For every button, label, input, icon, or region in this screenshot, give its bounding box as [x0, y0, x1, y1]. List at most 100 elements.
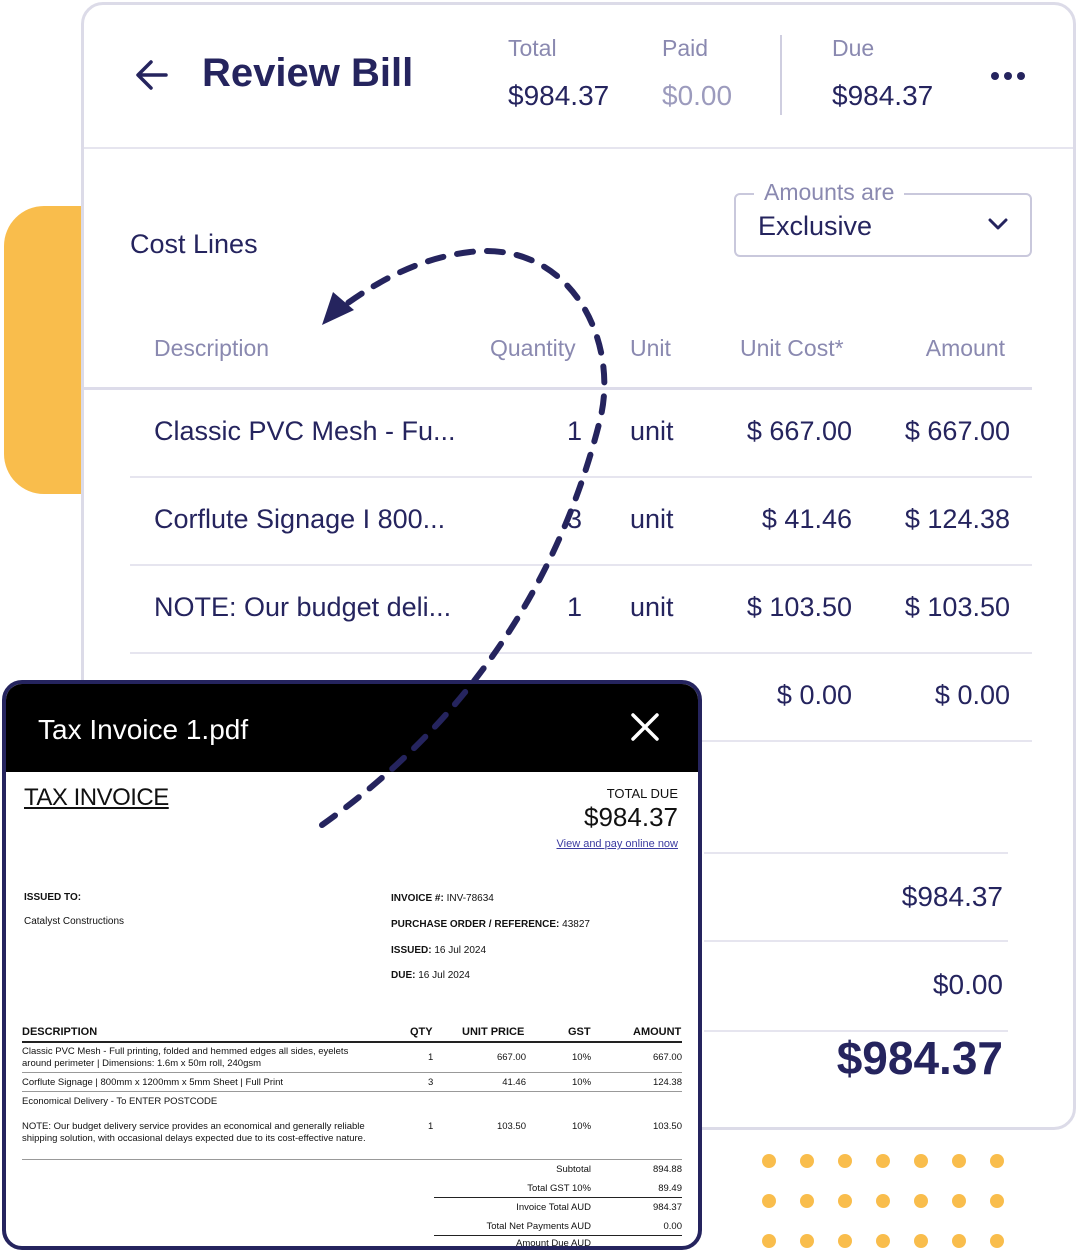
totals-divider	[704, 852, 1008, 854]
invoice-line-description: NOTE: Our budget delivery service provid…	[22, 1121, 366, 1144]
amount-due-value: $984.37	[836, 1032, 1003, 1084]
issued-to-value: Catalyst Constructions	[24, 916, 125, 927]
row-unit: unit	[630, 592, 674, 622]
row-amount: $ 124.38	[904, 504, 1010, 534]
summary-value: 89.49	[658, 1183, 682, 1194]
row-unit-cost: $ 103.50	[746, 592, 852, 622]
col-amount: Amount	[925, 335, 1005, 361]
col-unit-cost: Unit Cost*	[740, 335, 844, 361]
row-description: Corflute Signage I 800...	[154, 504, 446, 534]
summary-divider	[780, 35, 782, 115]
summary-label: Amount Due AUD	[516, 1238, 591, 1249]
invoice-line-qty: 1	[428, 1121, 434, 1132]
chevron-down-icon	[988, 218, 1008, 230]
summary-label: Invoice Total AUD	[516, 1202, 591, 1213]
summary-total: Total $984.37	[508, 35, 609, 112]
pdf-preview-window: Tax Invoice 1.pdf TAX INVOICE TOTAL DUE …	[2, 680, 702, 1250]
due-value: $984.37	[832, 80, 934, 111]
invoice-line-description: Economical Delivery - To ENTER POSTCODE	[22, 1096, 218, 1107]
invoice-line-qty: 1	[428, 1052, 434, 1063]
paid-label: Paid	[662, 35, 709, 61]
invoice-line-gst: 10%	[572, 1121, 592, 1132]
invoice-total-due-label: TOTAL DUE	[606, 786, 678, 801]
cost-lines-title: Cost Lines	[130, 229, 258, 259]
invoice-line-gst: 10%	[572, 1052, 592, 1063]
pdf-title-bar: Tax Invoice 1.pdf	[6, 684, 698, 772]
summary-rule	[434, 1197, 682, 1198]
table-row[interactable]: Classic PVC Mesh - Fu... 1 unit $ 667.00…	[130, 390, 1032, 478]
invoice-col-amount: AMOUNT	[633, 1026, 682, 1038]
arrow-left-icon[interactable]	[134, 57, 170, 93]
due-date: DUE: 16 Jul 2024	[391, 970, 470, 981]
summary-paid: Paid $0.00	[662, 35, 732, 112]
row-unit: unit	[630, 416, 674, 446]
due-label: Due	[832, 35, 875, 61]
invoice-line-amount: 667.00	[652, 1052, 682, 1063]
invoice-line-unit-price: 41.46	[502, 1077, 526, 1088]
summary-label: Subtotal	[556, 1164, 591, 1175]
purchase-order: PURCHASE ORDER / REFERENCE: 43827	[391, 919, 590, 930]
invoice-line-description: Corflute Signage | 800mm x 1200mm x 5mm …	[22, 1077, 284, 1088]
invoice-line-gst: 10%	[572, 1077, 592, 1088]
row-amount: $ 103.50	[904, 592, 1010, 622]
amounts-select[interactable]: Amounts are Exclusive	[734, 179, 1032, 257]
row-description: Classic PVC Mesh - Fu...	[154, 416, 456, 446]
invoice-line-unit-price: 667.00	[496, 1052, 526, 1063]
purchase-order-value: 43827	[562, 919, 590, 930]
invoice-line-amount: 103.50	[652, 1121, 682, 1132]
invoice-line-amount: 124.38	[652, 1077, 682, 1088]
summary-value: 0.00	[663, 1221, 683, 1232]
invoice-number-value: INV-78634	[446, 893, 494, 904]
invoice-row-rule	[22, 1159, 682, 1160]
more-horizontal-icon[interactable]	[990, 69, 1026, 83]
invoice-header-rule	[22, 1041, 682, 1043]
row-amount: $ 0.00	[934, 680, 1010, 710]
invoice-line-description: Classic PVC Mesh - Full printing, folded…	[22, 1046, 349, 1069]
due-date-value: 16 Jul 2024	[418, 970, 470, 981]
invoice-row-rule	[22, 1091, 682, 1092]
invoice-col-description: DESCRIPTION	[22, 1026, 98, 1038]
bill-header: Review Bill Total $984.37 Paid $0.00 Due…	[84, 5, 1073, 149]
row-unit: unit	[630, 504, 674, 534]
issued-date-value: 16 Jul 2024	[434, 945, 487, 956]
summary-label: Total Net Payments AUD	[486, 1221, 591, 1232]
invoice-document: TAX INVOICE TOTAL DUE $984.37 View and p…	[6, 772, 698, 1249]
total-value: $984.37	[508, 80, 610, 111]
invoice-col-gst: GST	[568, 1026, 591, 1038]
total-label: Total	[508, 35, 557, 61]
pdf-filename: Tax Invoice 1.pdf	[38, 714, 249, 745]
summary-label: Total GST 10%	[527, 1183, 591, 1194]
row-quantity: 1	[567, 592, 583, 622]
invoice-number: INVOICE #: INV-78634	[391, 893, 494, 904]
purchase-order-label: PURCHASE ORDER / REFERENCE:	[391, 919, 560, 930]
invoice-heading: TAX INVOICE	[24, 784, 169, 811]
summary-rule	[434, 1235, 682, 1236]
paid-total-value: $0.00	[932, 969, 1003, 1000]
row-unit-cost: $ 41.46	[761, 504, 852, 534]
invoice-number-label: INVOICE #:	[391, 893, 444, 904]
issued-date: ISSUED: 16 Jul 2024	[391, 945, 486, 956]
invoice-line-qty: 3	[428, 1077, 434, 1088]
row-quantity: 3	[567, 504, 583, 534]
totals-divider	[704, 940, 1008, 942]
issued-to-label: ISSUED TO:	[24, 892, 82, 903]
col-quantity: Quantity	[490, 335, 576, 361]
issued-date-label: ISSUED:	[391, 945, 432, 956]
table-row[interactable]: Corflute Signage I 800... 3 unit $ 41.46…	[130, 478, 1032, 566]
col-description: Description	[154, 335, 270, 361]
row-amount: $ 667.00	[904, 416, 1010, 446]
row-description: NOTE: Our budget deli...	[154, 592, 452, 622]
subtotal-value: $984.37	[901, 881, 1003, 912]
invoice-line-unit-price: 103.50	[496, 1121, 526, 1132]
invoice-row-rule	[22, 1072, 682, 1073]
summary-due: Due $984.37	[832, 35, 933, 112]
invoice-col-unit-price: UNIT PRICE	[462, 1026, 525, 1038]
amounts-value: Exclusive	[758, 211, 873, 241]
summary-value: 984.37	[652, 1202, 682, 1213]
paid-value: $0.00	[662, 80, 733, 111]
close-icon[interactable]	[630, 712, 660, 742]
row-unit-cost: $ 0.00	[776, 680, 852, 710]
table-row[interactable]: NOTE: Our budget deli... 1 unit $ 103.50…	[130, 566, 1032, 654]
row-unit-cost: $ 667.00	[746, 416, 852, 446]
pay-online-link[interactable]: View and pay online now	[557, 838, 679, 850]
